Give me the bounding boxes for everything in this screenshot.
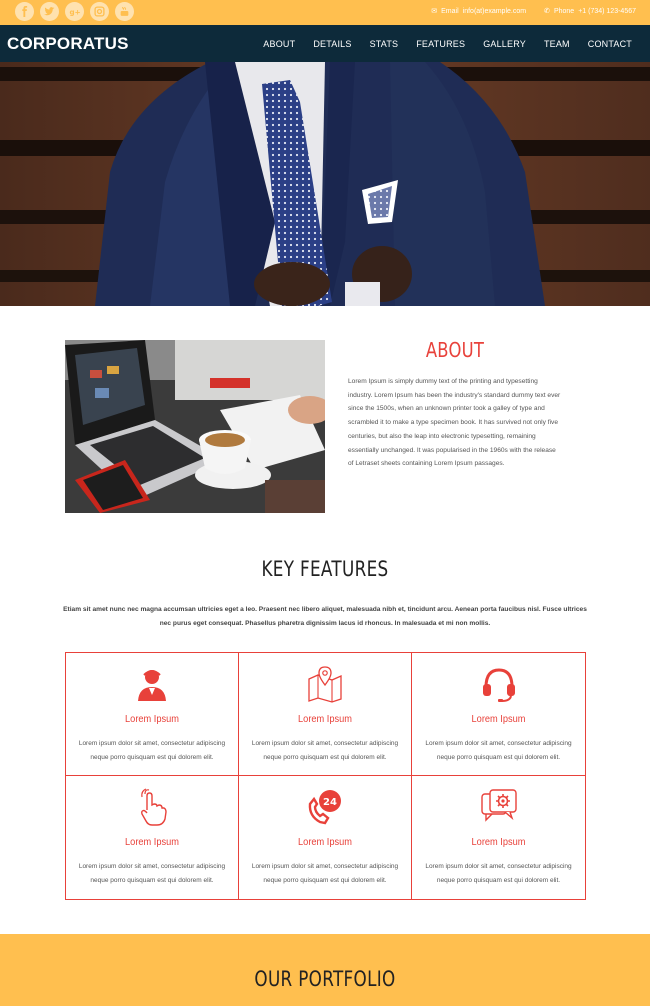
svg-text:24: 24	[323, 797, 337, 808]
about-title: ABOUT	[425, 338, 485, 362]
nav-link-features[interactable]: FEATURES	[416, 39, 465, 49]
map-pin-icon	[308, 666, 342, 703]
features-intro: Etiam sit amet nunc nec magna accumsan u…	[63, 606, 587, 627]
twitter-icon[interactable]	[40, 2, 59, 21]
email-label: Email	[441, 7, 459, 15]
phone-24-icon: 24	[308, 790, 341, 825]
feature-title: Lorem Ipsum	[125, 713, 179, 725]
nav-link-details[interactable]: DETAILS	[313, 39, 351, 49]
feature-text: Lorem ipsum dolor sit amet, consectetur …	[78, 863, 226, 884]
nav-link-stats[interactable]: STATS	[370, 39, 399, 49]
instagram-icon[interactable]	[90, 2, 109, 21]
feature-title: Lorem Ipsum	[471, 713, 526, 725]
top-bar: g+ ✉ Email info(at)example.com ✆ Phone +…	[0, 0, 650, 25]
features-title: KEY FEATURES	[261, 557, 389, 581]
feature-text: Lorem ipsum dolor sit amet, consectetur …	[78, 740, 226, 761]
portfolio-title: OUR PORTFOLIO	[254, 967, 396, 991]
feature-card: Lorem Ipsum Lorem ipsum dolor sit amet, …	[66, 653, 239, 776]
phone-value[interactable]: +1 (734) 123-4567	[578, 8, 636, 15]
feature-card: Lorem Ipsum Lorem ipsum dolor sit amet, …	[239, 653, 412, 776]
hero-image	[0, 62, 650, 306]
feature-card: Lorem Ipsum Lorem ipsum dolor sit amet, …	[66, 776, 239, 899]
feature-card: Lorem Ipsum Lorem ipsum dolor sit amet, …	[412, 653, 585, 776]
feature-title: Lorem Ipsum	[471, 836, 526, 848]
about-image	[65, 340, 325, 513]
feature-text: Lorem ipsum dolor sit amet, consectetur …	[425, 740, 572, 761]
feature-text: Lorem ipsum dolor sit amet, consectetur …	[251, 740, 399, 761]
nav-link-about[interactable]: ABOUT	[263, 39, 295, 49]
headset-icon	[482, 668, 515, 702]
about-text: Lorem Ipsum is simply dummy text of the …	[348, 378, 561, 468]
portfolio-section: OUR PORTFOLIO	[0, 934, 650, 1006]
envelope-icon: ✉	[431, 8, 438, 15]
email-value[interactable]: info(at)example.com	[463, 8, 526, 15]
feature-text: Lorem ipsum dolor sit amet, consectetur …	[251, 863, 399, 884]
user-support-icon	[138, 670, 166, 701]
feature-title: Lorem Ipsum	[125, 836, 179, 848]
phone-label: Phone	[553, 7, 575, 15]
contact-info: ✉ Email info(at)example.com ✆ Phone +1 (…	[431, 7, 636, 16]
svg-text:g+: g+	[70, 7, 80, 16]
feature-card: 24 Lorem Ipsum Lorem ipsum dolor sit ame…	[239, 776, 412, 899]
settings-chat-icon	[480, 789, 517, 822]
feature-text: Lorem ipsum dolor sit amet, consectetur …	[425, 863, 572, 884]
youtube-icon[interactable]	[115, 2, 134, 21]
nav-links: ABOUT DETAILS STATS FEATURES GALLERY TEA…	[263, 39, 632, 49]
site-logo[interactable]: CORPORATUS	[7, 34, 129, 54]
feature-title: Lorem Ipsum	[298, 713, 352, 725]
feature-title: Lorem Ipsum	[298, 836, 352, 848]
google-plus-icon[interactable]: g+	[65, 2, 84, 21]
nav-link-contact[interactable]: CONTACT	[588, 39, 632, 49]
touch-hand-icon	[141, 788, 167, 826]
main-navbar: CORPORATUS ABOUT DETAILS STATS FEATURES …	[0, 25, 650, 62]
phone-icon: ✆	[544, 8, 550, 15]
features-grid: Lorem Ipsum Lorem ipsum dolor sit amet, …	[65, 652, 586, 900]
feature-card: Lorem Ipsum Lorem ipsum dolor sit amet, …	[412, 776, 585, 899]
nav-link-team[interactable]: TEAM	[544, 39, 570, 49]
facebook-icon[interactable]	[15, 2, 34, 21]
social-links: g+	[15, 2, 134, 21]
nav-link-gallery[interactable]: GALLERY	[483, 39, 526, 49]
